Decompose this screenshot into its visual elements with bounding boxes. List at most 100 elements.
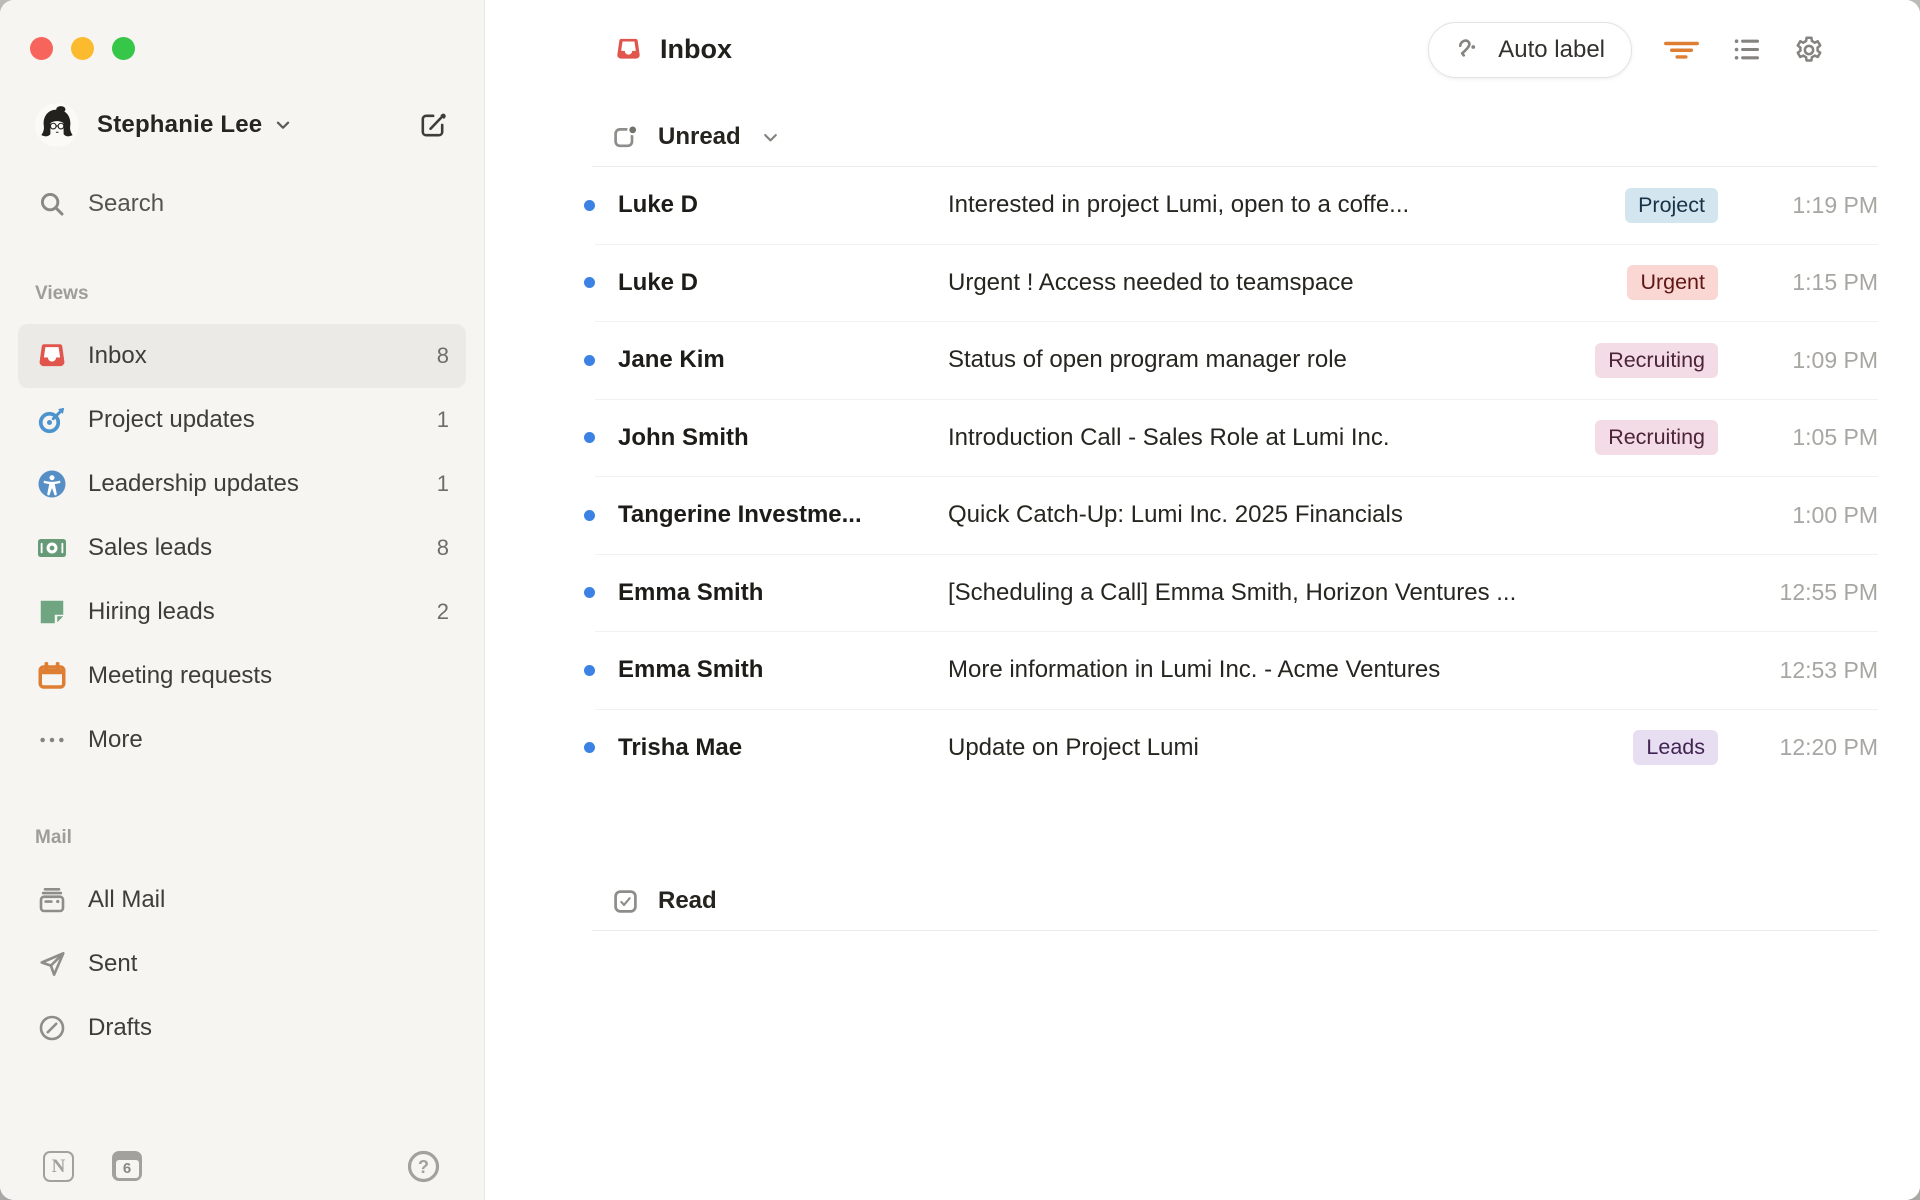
profile-name[interactable]: Stephanie Lee <box>97 111 262 139</box>
sidebar-item-label: Drafts <box>88 1014 153 1041</box>
sidebar-item-more[interactable]: More <box>18 708 466 772</box>
calendar-icon <box>37 661 67 691</box>
sidebar: Stephanie Lee Search Views Inbox 8 Project … <box>0 0 485 1200</box>
drafts-icon <box>37 1013 67 1043</box>
sidebar-item-label: Inbox <box>88 342 147 369</box>
email-row[interactable]: Tangerine Investme... Quick Catch-Up: Lum… <box>584 477 1878 554</box>
section-label: Mail <box>35 827 72 848</box>
compose-button[interactable] <box>417 110 448 141</box>
email-row[interactable]: Trisha Mae Update on Project Lumi Leads 12:… <box>584 710 1878 787</box>
email-time: 1:15 PM <box>1792 269 1878 296</box>
section-label: Views <box>35 283 89 304</box>
chevron-down-icon[interactable] <box>272 114 294 136</box>
email-sender: Jane Kim <box>618 346 725 374</box>
email-tag[interactable]: Project <box>1625 187 1718 223</box>
email-sender: Luke D <box>618 268 699 296</box>
sidebar-item-label: Sales leads <box>88 534 213 561</box>
email-tag[interactable]: Recruiting <box>1595 342 1718 378</box>
search-icon <box>37 189 67 219</box>
sidebar-item-label: Sent <box>88 950 138 977</box>
sidebar-item-label: Meeting requests <box>88 662 273 689</box>
email-row[interactable]: Luke D Interested in project Lumi, open t… <box>584 167 1878 244</box>
filter-icon[interactable] <box>1663 37 1700 63</box>
close-button[interactable] <box>30 37 53 60</box>
email-tag[interactable]: Urgent <box>1627 265 1718 301</box>
sidebar-item-sent[interactable]: Sent <box>18 932 466 996</box>
email-time: 1:19 PM <box>1792 191 1878 218</box>
sidebar-item-label: All Mail <box>88 886 166 913</box>
sidebar-section: Views Inbox 8 Project updates 1 Leadership up… <box>0 282 484 772</box>
email-tag[interactable]: Leads <box>1633 730 1718 766</box>
read-checkbox-icon <box>610 886 640 916</box>
zoom-button[interactable] <box>112 37 135 60</box>
unread-count: 1 <box>436 407 449 432</box>
sidebar-item-all-mail[interactable]: All Mail <box>18 868 466 932</box>
settings-gear-icon[interactable] <box>1793 34 1825 66</box>
unread-dot <box>584 354 595 366</box>
unread-dot <box>584 587 595 599</box>
main-header: Inbox Auto label <box>485 0 1920 78</box>
unread-section-header[interactable]: Unread <box>584 108 1878 166</box>
help-icon[interactable]: ? <box>406 1149 441 1184</box>
avatar[interactable] <box>35 103 79 147</box>
unread-label: Unread <box>658 123 741 150</box>
inbox-icon <box>37 341 67 371</box>
page-title: Inbox <box>660 34 732 64</box>
chevron-down-icon[interactable] <box>759 126 782 149</box>
unread-dot <box>584 432 595 444</box>
sidebar-sections: Views Inbox 8 Project updates 1 Leadership up… <box>0 282 484 1060</box>
sidebar-item-meeting-requests[interactable]: Meeting requests <box>18 644 466 708</box>
sidebar-item-label: Project updates <box>88 406 255 433</box>
search-button[interactable]: Search <box>18 184 466 224</box>
sidebar-item-sales-leads[interactable]: Sales leads 8 <box>18 516 466 580</box>
sidebar-item-hiring-leads[interactable]: Hiring leads 2 <box>18 580 466 644</box>
read-section-header[interactable]: Read <box>584 872 1878 930</box>
header-controls: Auto label <box>1428 21 1825 78</box>
svg-text:?: ? <box>418 1156 429 1176</box>
auto-label-label: Auto label <box>1498 35 1605 63</box>
sidebar-item-drafts[interactable]: Drafts <box>18 996 466 1060</box>
email-row[interactable]: Emma Smith [Scheduling a Call] Emma Smith… <box>584 555 1878 632</box>
email-time: 12:53 PM <box>1779 656 1878 683</box>
unread-count: 8 <box>436 343 449 368</box>
email-sender: Emma Smith <box>618 578 764 606</box>
list-view-icon[interactable] <box>1731 34 1762 65</box>
email-subject: More information in Lumi Inc. - Acme Ven… <box>948 656 1441 684</box>
email-row[interactable]: Emma Smith More information in Lumi Inc. … <box>584 632 1878 709</box>
ellipsis-icon <box>37 725 67 755</box>
accessibility-icon <box>37 469 67 499</box>
read-label: Read <box>658 887 717 914</box>
email-subject: Urgent ! Access needed to teamspace <box>948 268 1354 296</box>
auto-label-button[interactable]: Auto label <box>1428 21 1632 78</box>
email-tag[interactable]: Recruiting <box>1595 420 1718 456</box>
email-subject: Quick Catch-Up: Lumi Inc. 2025 Financial… <box>948 501 1403 529</box>
money-icon <box>37 533 67 563</box>
email-sender: Emma Smith <box>618 656 764 684</box>
email-list: Luke D Interested in project Lumi, open t… <box>584 167 1878 786</box>
unread-dot <box>584 664 595 676</box>
email-subject: [Scheduling a Call] Emma Smith, Horizon … <box>948 578 1517 606</box>
profile-row: Stephanie Lee <box>0 103 484 147</box>
calendar-app-icon[interactable]: 6 <box>112 1151 142 1181</box>
email-subject: Update on Project Lumi <box>948 733 1199 761</box>
sidebar-item-project-updates[interactable]: Project updates 1 <box>18 388 466 452</box>
unread-count: 1 <box>436 471 449 496</box>
unread-count: 8 <box>436 535 449 560</box>
all-mail-icon <box>37 885 67 915</box>
email-sender: John Smith <box>618 423 749 451</box>
email-row[interactable]: John Smith Introduction Call - Sales Role… <box>584 400 1878 477</box>
app-window: Stephanie Lee Search Views Inbox 8 Project … <box>0 0 1920 1200</box>
email-row[interactable]: Jane Kim Status of open program manager r… <box>584 322 1878 399</box>
minimize-button[interactable] <box>71 37 94 60</box>
sidebar-item-inbox[interactable]: Inbox 8 <box>18 324 466 388</box>
sidebar-section: Mail All Mail Sent Drafts <box>0 826 484 1060</box>
email-subject: Status of open program manager role <box>948 346 1347 374</box>
email-sender: Tangerine Investme... <box>618 501 862 529</box>
email-time: 12:55 PM <box>1779 579 1878 606</box>
sidebar-item-label: Leadership updates <box>88 470 299 497</box>
notion-logo[interactable]: N <box>43 1150 74 1182</box>
unread-dot <box>584 277 595 289</box>
sidebar-item-leadership-updates[interactable]: Leadership updates 1 <box>18 452 466 516</box>
email-row[interactable]: Luke D Urgent ! Access needed to teamspac… <box>584 245 1878 322</box>
inbox-icon <box>613 35 643 65</box>
